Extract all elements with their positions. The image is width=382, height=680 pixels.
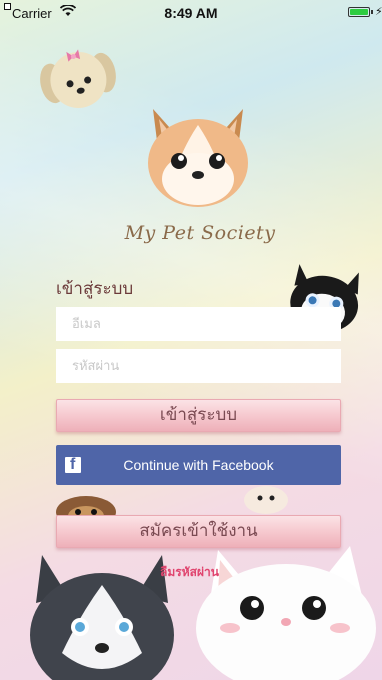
- husky-illustration: [30, 555, 174, 680]
- battery-cap: [371, 10, 373, 14]
- battery-icon: [348, 7, 370, 17]
- white-pet-small-illustration: [244, 486, 288, 514]
- status-time: 8:49 AM: [164, 5, 218, 21]
- small-dog-illustration: [40, 49, 116, 108]
- forgot-password-link[interactable]: ลืมรหัสผ่าน: [160, 563, 219, 582]
- status-bar: Carrier 8:49 AM ⚡: [0, 0, 382, 22]
- brand-name: My Pet Society: [124, 222, 276, 244]
- email-field[interactable]: [56, 307, 341, 341]
- white-cat-illustration: [196, 546, 376, 680]
- password-field[interactable]: [56, 349, 341, 383]
- corgi-logo: [148, 109, 248, 207]
- facebook-button-label: Continue with Facebook: [123, 457, 274, 473]
- charging-icon: ⚡: [375, 5, 382, 18]
- facebook-login-button[interactable]: f Continue with Facebook: [56, 445, 341, 485]
- battery-fill: [350, 9, 368, 15]
- login-heading: เข้าสู่ระบบ: [56, 279, 134, 299]
- login-button[interactable]: เข้าสู่ระบบ: [56, 399, 341, 432]
